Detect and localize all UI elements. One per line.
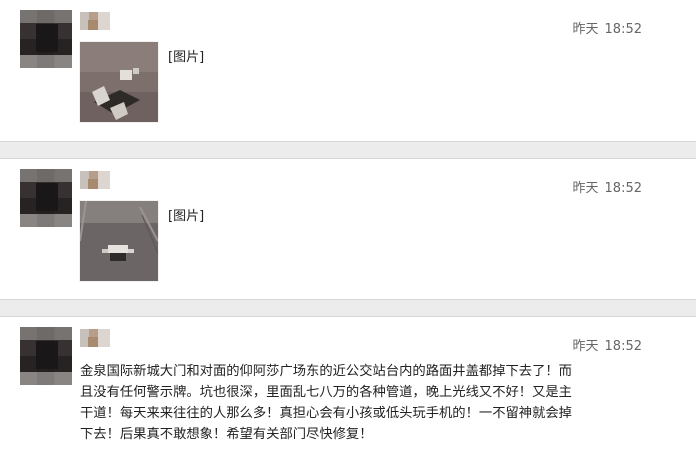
timestamp-day: 昨天 — [572, 181, 599, 196]
avatar[interactable] — [20, 327, 72, 385]
avatar[interactable] — [20, 10, 72, 68]
timestamp: 昨天 18:52 — [573, 18, 642, 37]
message-item: 昨天 18:52 金泉国际新城大门和对面的仰阿莎广场东的近公交站台内的路面井盖都掉… — [0, 316, 696, 466]
photo-thumbnail[interactable] — [80, 42, 158, 122]
timestamp: 昨天 18:52 — [573, 335, 642, 354]
photo-road-manhole-image — [80, 201, 158, 281]
timestamp-clock: 18:52 — [604, 22, 642, 37]
username-pixelated — [80, 171, 110, 189]
timestamp-clock: 18:52 — [604, 181, 642, 196]
message-item: 昨天 18:52 [图片] — [0, 0, 696, 142]
avatar[interactable] — [20, 169, 72, 227]
timestamp-day: 昨天 — [572, 22, 599, 37]
message-feed: 昨天 18:52 [图片] 昨天 18:52 [图片] 昨天 18:52 金泉国… — [0, 0, 696, 466]
timestamp-day: 昨天 — [572, 339, 599, 354]
timestamp: 昨天 18:52 — [573, 177, 642, 196]
photo-thumbnail[interactable] — [80, 201, 158, 281]
timestamp-clock: 18:52 — [604, 339, 642, 354]
image-placeholder-label: [图片] — [168, 50, 205, 65]
message-item: 昨天 18:52 [图片] — [0, 158, 696, 300]
username-pixelated — [80, 12, 110, 30]
message-text: 金泉国际新城大门和对面的仰阿莎广场东的近公交站台内的路面井盖都掉下去了！而且没有… — [80, 364, 572, 442]
image-placeholder-label: [图片] — [168, 209, 205, 224]
username-pixelated — [80, 329, 110, 347]
photo-open-manhole-image — [80, 42, 158, 122]
